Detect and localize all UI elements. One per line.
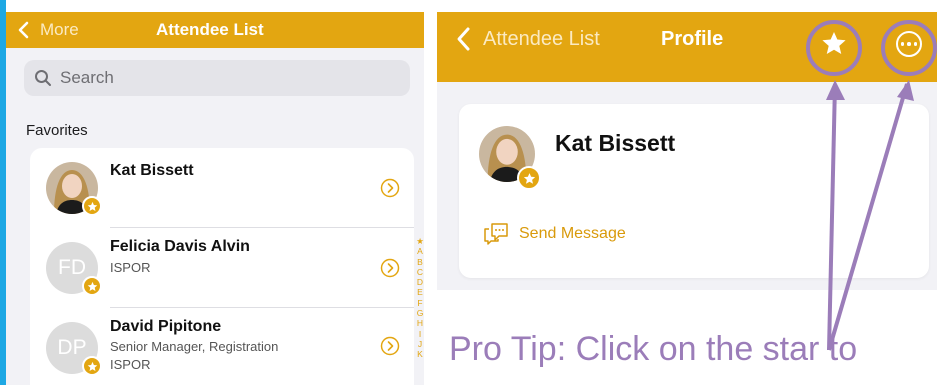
back-button[interactable]: More — [14, 18, 79, 42]
list-item-attendee[interactable]: Kat Bissett — [30, 148, 414, 228]
page-title: Profile — [661, 28, 724, 50]
send-message-label: Send Message — [519, 225, 626, 242]
search-placeholder: Search — [60, 68, 114, 87]
index-entry[interactable]: D — [417, 277, 423, 287]
index-entry[interactable]: ★ — [416, 236, 424, 246]
search-icon — [35, 70, 51, 86]
index-entry[interactable]: C — [417, 267, 423, 277]
back-label: More — [40, 20, 79, 39]
message-icon — [484, 223, 508, 245]
top-crop — [6, 0, 424, 12]
profile-card: Kat Bissett Send Message — [459, 104, 929, 278]
favorite-badge-icon — [517, 166, 541, 190]
index-entry[interactable]: H — [417, 318, 423, 328]
chevron-right-circle-icon[interactable] — [380, 258, 400, 278]
avatar: DP — [46, 322, 102, 376]
screen-gap — [424, 0, 437, 385]
attendee-name: Felicia Davis Alvin — [110, 238, 250, 255]
attendee-list-screen: More Attendee List Search Favorites Kat … — [6, 0, 424, 385]
chevron-right-circle-icon[interactable] — [380, 178, 400, 198]
list-item-attendee[interactable]: DP David Pipitone Senior Manager, Regist… — [30, 308, 414, 385]
favorites-list: Kat Bissett FD Felicia Davis Alvin ISPOR… — [30, 148, 414, 385]
favorite-badge-icon — [82, 276, 102, 296]
favorite-badge-icon — [82, 196, 102, 216]
chevron-left-icon — [18, 21, 29, 39]
attendee-name: David Pipitone — [110, 318, 222, 335]
index-entry[interactable]: J — [418, 339, 422, 349]
profile-name: Kat Bissett — [555, 130, 676, 156]
star-icon[interactable] — [821, 30, 847, 56]
page-title: Attendee List — [156, 20, 264, 39]
index-entry[interactable]: K — [417, 349, 423, 359]
attendee-title: Senior Manager, Registration — [110, 339, 279, 354]
index-entry[interactable]: A — [417, 246, 423, 256]
nav-bar: Attendee List Profile — [437, 12, 937, 82]
pro-tip-text: Pro Tip: Click on the star to — [449, 330, 858, 368]
avatar: FD — [46, 242, 102, 296]
avatar — [46, 162, 102, 216]
section-header-favorites: Favorites — [26, 122, 88, 139]
list-item-attendee[interactable]: FD Felicia Davis Alvin ISPOR — [30, 228, 414, 308]
dot — [900, 42, 905, 46]
back-label: Attendee List — [483, 27, 600, 50]
more-icon[interactable] — [896, 31, 922, 57]
nav-bar: More Attendee List — [6, 12, 424, 48]
avatar — [479, 126, 541, 190]
dot — [913, 42, 918, 46]
attendee-name: Kat Bissett — [110, 162, 194, 179]
send-message-button[interactable]: Send Message — [483, 222, 626, 246]
top-crop — [437, 0, 937, 12]
index-entry[interactable]: F — [417, 298, 422, 308]
profile-screen: Attendee List Profile Kat Bissett Send M… — [437, 0, 937, 385]
chevron-right-circle-icon[interactable] — [380, 336, 400, 356]
attendee-org: ISPOR — [110, 260, 151, 275]
search-input[interactable]: Search — [24, 60, 410, 96]
favorite-badge-icon — [82, 356, 102, 376]
dot — [907, 42, 911, 46]
back-button[interactable]: Attendee List — [453, 24, 600, 54]
chevron-left-icon — [457, 27, 470, 51]
index-entry[interactable]: I — [419, 329, 421, 339]
index-entry[interactable]: G — [417, 308, 424, 318]
index-entry[interactable]: B — [417, 257, 423, 267]
attendee-org: ISPOR — [110, 357, 151, 372]
alphabet-index[interactable]: ★ A B C D E F G H I J K — [414, 236, 424, 360]
index-entry[interactable]: E — [417, 287, 423, 297]
